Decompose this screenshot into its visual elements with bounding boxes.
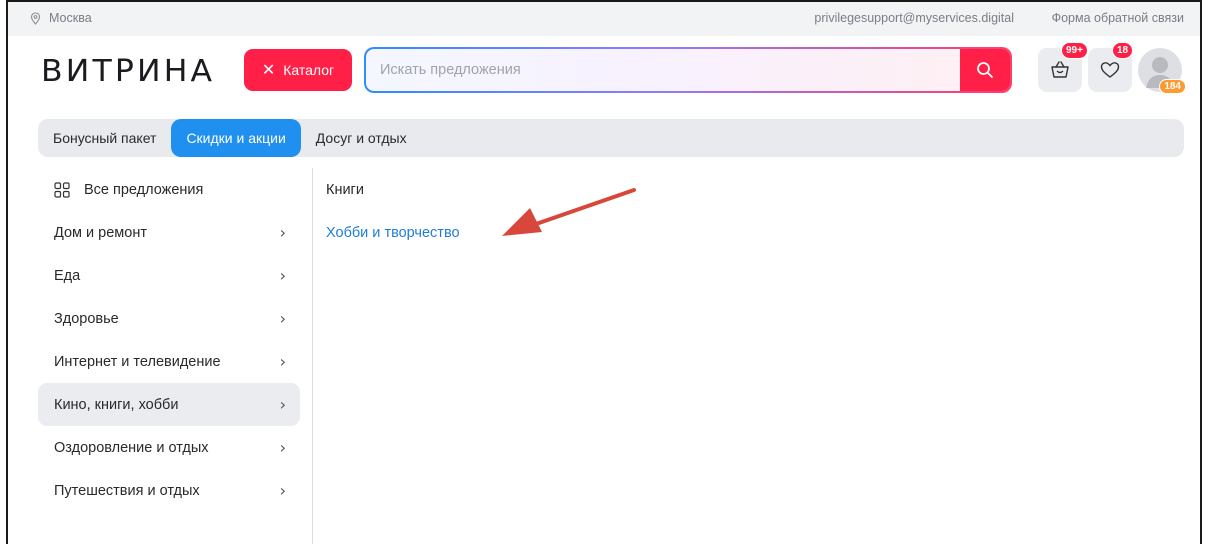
- category-sidebar: Все предложения Дом и ремонт › Еда › Здо…: [38, 168, 300, 512]
- chevron-right-icon: ›: [279, 481, 286, 500]
- sidebar-item-label: Оздоровление и отдых: [54, 439, 209, 456]
- sidebar-item-movies-books-hobby[interactable]: Кино, книги, хобби ›: [38, 383, 300, 426]
- chevron-right-icon: ›: [279, 223, 286, 242]
- sidebar-item-label: Кино, книги, хобби: [54, 396, 179, 413]
- sidebar-item-internet-tv[interactable]: Интернет и телевидение ›: [38, 340, 300, 383]
- app-window: Москва privilegesupport@myservices.digit…: [6, 0, 1202, 544]
- sidebar-item-all-offers[interactable]: Все предложения: [38, 168, 300, 211]
- catalog-button[interactable]: ✕ Каталог: [244, 49, 352, 91]
- chevron-right-icon: ›: [279, 352, 286, 371]
- sidebar-item-label: Здоровье: [54, 310, 119, 327]
- cart-button[interactable]: 99+: [1038, 42, 1088, 92]
- basket-icon: [1051, 61, 1069, 78]
- favorites-count-badge: 18: [1112, 42, 1134, 59]
- chevron-right-icon: ›: [279, 395, 286, 414]
- sidebar-item-health[interactable]: Здоровье ›: [38, 297, 300, 340]
- sidebar-item-home-repair[interactable]: Дом и ремонт ›: [38, 211, 300, 254]
- grid-icon: [54, 181, 70, 198]
- search-icon: [977, 62, 993, 78]
- subcategory-hobby-link[interactable]: Хобби и творчество: [326, 219, 460, 247]
- annotation-arrow-icon: [502, 188, 636, 236]
- sidebar-item-label: Дом и ремонт: [54, 224, 147, 241]
- sidebar-item-travel[interactable]: Путешествия и отдых ›: [38, 469, 300, 512]
- sidebar-item-wellness[interactable]: Оздоровление и отдых ›: [38, 426, 300, 469]
- tab-discounts[interactable]: Скидки и акции: [171, 119, 301, 157]
- heart-icon: [1100, 62, 1120, 78]
- support-email-link[interactable]: privilegesupport@myservices.digital: [814, 11, 1014, 25]
- sidebar-item-label: Путешествия и отдых: [54, 482, 200, 499]
- favorites-button[interactable]: 18: [1088, 42, 1134, 92]
- sidebar-item-label: Еда: [54, 267, 81, 284]
- city-label: Москва: [49, 11, 92, 25]
- top-info-bar: Москва privilegesupport@myservices.digit…: [8, 2, 1200, 36]
- site-logo[interactable]: ВИТРИНА: [41, 54, 215, 89]
- chevron-right-icon: ›: [279, 266, 286, 285]
- sidebar-item-food[interactable]: Еда ›: [38, 254, 300, 297]
- points-badge: 184: [1159, 79, 1186, 94]
- tab-bonus-package[interactable]: Бонусный пакет: [38, 119, 171, 157]
- sidebar-item-label: Все предложения: [84, 181, 204, 198]
- subcategory-books[interactable]: Книги: [326, 176, 460, 204]
- location-pin-icon: [30, 11, 41, 25]
- category-tabs: Бонусный пакет Скидки и акции Досуг и от…: [38, 119, 1184, 157]
- sidebar-item-label: Интернет и телевидение: [54, 353, 221, 370]
- chevron-right-icon: ›: [279, 438, 286, 457]
- city-selector[interactable]: Москва: [30, 11, 92, 25]
- feedback-form-link[interactable]: Форма обратной связи: [1052, 11, 1184, 25]
- search-input[interactable]: [366, 49, 960, 91]
- close-icon: ✕: [261, 62, 276, 79]
- chevron-right-icon: ›: [279, 309, 286, 328]
- sidebar-divider: [312, 168, 313, 544]
- user-avatar[interactable]: 184: [1138, 48, 1186, 94]
- search-bar: [364, 47, 1012, 93]
- cart-count-badge: 99+: [1061, 42, 1088, 59]
- tab-leisure[interactable]: Досуг и отдых: [301, 119, 422, 157]
- search-button[interactable]: [960, 49, 1010, 91]
- subcategory-list: Книги Хобби и творчество: [326, 176, 460, 247]
- catalog-button-label: Каталог: [283, 62, 335, 78]
